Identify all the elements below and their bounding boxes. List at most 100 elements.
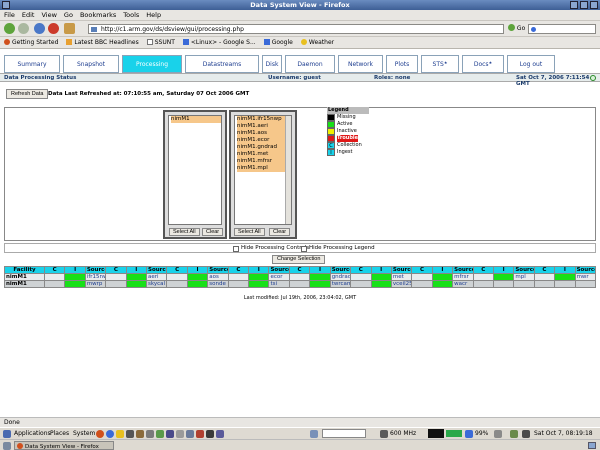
list-item[interactable]: nimM1.aos — [237, 130, 291, 137]
source-link[interactable]: ifr15nwp — [84, 273, 107, 281]
reload-icon[interactable] — [34, 23, 45, 34]
back-icon[interactable] — [4, 23, 15, 34]
source-link[interactable]: tsi — [268, 280, 290, 288]
tab-processing[interactable]: Processing — [122, 55, 182, 73]
tab-logout[interactable]: Log out — [507, 55, 555, 73]
menu-bookmarks[interactable]: Bookmarks — [80, 11, 116, 19]
terminal-launcher-icon[interactable] — [126, 430, 134, 438]
media-launcher-icon[interactable] — [196, 430, 204, 438]
editor-launcher-icon[interactable] — [156, 430, 164, 438]
facility-listbox[interactable]: nimM1 — [168, 115, 222, 225]
list-item[interactable]: nimM1.aeri — [237, 123, 291, 130]
facility-clear-button[interactable]: Clear — [202, 228, 224, 236]
refresh-data-button[interactable]: Refresh Data — [6, 89, 49, 99]
tab-sts[interactable]: STS★ — [421, 55, 459, 73]
source-link[interactable]: wacr — [452, 280, 474, 288]
maximize-icon[interactable] — [580, 1, 588, 9]
source-link[interactable]: skycal — [146, 280, 168, 288]
calc-launcher-icon[interactable] — [166, 430, 174, 438]
process-list-scrollbar[interactable] — [285, 116, 291, 224]
list-item[interactable]: nimM1.gndrad — [237, 144, 291, 151]
bookmark-getting-started[interactable]: Getting Started — [4, 39, 58, 46]
screenshot-launcher-icon[interactable] — [206, 430, 214, 438]
bookmark-weather[interactable]: Weather — [300, 39, 334, 46]
bookmark-google[interactable]: Google — [263, 39, 293, 46]
tab-network[interactable]: Network — [338, 55, 383, 73]
source-link[interactable]: mwrp — [84, 280, 107, 288]
monitor-launcher-icon[interactable] — [176, 430, 184, 438]
tab-plots[interactable]: Plots — [386, 55, 418, 73]
tab-summary[interactable]: Summary — [4, 55, 60, 73]
stop-icon[interactable] — [48, 23, 59, 34]
clock[interactable]: Sat Oct 7, 08:19:18 — [534, 430, 593, 437]
source-link[interactable]: mwr — [574, 273, 597, 281]
volume-icon[interactable] — [494, 430, 502, 438]
minimize-icon[interactable] — [570, 1, 578, 9]
firefox-launcher-icon[interactable] — [96, 430, 104, 438]
source-link[interactable]: twrcam3m — [329, 280, 352, 288]
url-input[interactable]: http://c1.arm.gov/ds/dsview/gui/processi… — [88, 24, 504, 34]
hide-controls-checkbox[interactable] — [233, 246, 239, 252]
tab-snapshot[interactable]: Snapshot — [63, 55, 119, 73]
list-item[interactable]: nimM1.ecor — [237, 137, 291, 144]
process-listbox[interactable]: nimM1.ifr15nwp nimM1.aeri nimM1.aos nimM… — [234, 115, 292, 225]
taskbar-item-firefox[interactable]: Data System View - Firefox — [14, 441, 114, 450]
menu-edit[interactable]: Edit — [22, 11, 35, 19]
notification-icon[interactable] — [510, 430, 518, 438]
tab-docs[interactable]: Docs★ — [462, 55, 504, 73]
source-link[interactable]: vceil25k — [390, 280, 413, 288]
browser-launcher-icon[interactable] — [106, 430, 114, 438]
source-link[interactable]: aeri — [146, 273, 168, 281]
bookmark-linux-google[interactable]: <Linux> - Google S... — [182, 39, 256, 46]
source-link[interactable]: mpl — [513, 273, 535, 281]
menu-view[interactable]: View — [41, 11, 56, 19]
list-item[interactable]: nimM1 — [171, 116, 221, 123]
source-link[interactable]: met — [390, 273, 413, 281]
source-link[interactable]: mfrsr — [452, 273, 474, 281]
menu-help[interactable]: Help — [146, 11, 161, 19]
tab-datastreams[interactable]: Datastreams — [185, 55, 259, 73]
show-desktop-icon[interactable] — [3, 442, 11, 450]
places-menu[interactable]: Places — [50, 430, 69, 437]
forward-icon[interactable] — [18, 23, 29, 34]
list-item[interactable]: nimM1.ifr15nwp — [237, 116, 291, 123]
source-link[interactable]: sonde — [207, 280, 229, 288]
change-selection-button[interactable]: Change Selection — [272, 255, 326, 264]
list-item[interactable]: nimM1.mfrsr — [237, 158, 291, 165]
source-link[interactable]: gndrad — [329, 273, 352, 281]
bookmark-bbc[interactable]: Latest BBC Headlines — [66, 39, 139, 46]
workspace-switcher-icon[interactable] — [588, 442, 596, 449]
source-link[interactable]: aos — [207, 273, 229, 281]
tab-disk[interactable]: Disk — [262, 55, 282, 73]
search-input[interactable] — [528, 24, 596, 34]
system-menu[interactable]: System — [73, 430, 95, 437]
applications-menu[interactable]: Applications — [14, 430, 51, 437]
facility-select-all-button[interactable]: Select All — [169, 228, 200, 236]
window-menu-icon[interactable] — [2, 1, 10, 9]
process-clear-button[interactable]: Clear — [269, 228, 291, 236]
menu-file[interactable]: File — [4, 11, 15, 19]
process-select-all-button[interactable]: Select All — [234, 228, 265, 236]
source-link[interactable] — [574, 280, 597, 288]
drive-icon[interactable] — [310, 430, 318, 438]
network-launcher-icon[interactable] — [186, 430, 194, 438]
files-launcher-icon[interactable] — [136, 430, 144, 438]
refresh-cycle-icon[interactable] — [590, 75, 596, 81]
list-item[interactable]: nimM1.mpl — [237, 165, 291, 172]
tab-daemon[interactable]: Daemon — [285, 55, 335, 73]
panel-search-input[interactable] — [322, 429, 366, 438]
mail-launcher-icon[interactable] — [116, 430, 124, 438]
dictionary-launcher-icon[interactable] — [216, 430, 224, 438]
settings-launcher-icon[interactable] — [146, 430, 154, 438]
update-icon[interactable] — [522, 430, 530, 438]
menu-go[interactable]: Go — [64, 11, 73, 19]
source-link[interactable]: ecor — [268, 273, 290, 281]
list-item[interactable]: nimM1.met — [237, 151, 291, 158]
source-link[interactable] — [513, 280, 535, 288]
network-icon[interactable] — [465, 430, 473, 438]
bookmark-ssunt[interactable]: SSUNT — [146, 39, 175, 46]
hide-legend-checkbox[interactable] — [301, 246, 307, 252]
close-icon[interactable] — [590, 1, 598, 9]
go-button[interactable]: Go — [508, 24, 525, 34]
home-icon[interactable] — [64, 23, 75, 34]
